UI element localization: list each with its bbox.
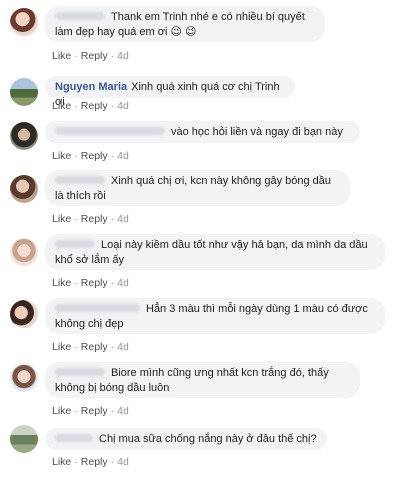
commenter-name-blurred [55,304,140,313]
commenter-name-blurred [55,176,105,185]
like-link[interactable]: Like [52,100,71,112]
comment-timestamp[interactable]: 4d [117,213,129,225]
comment-text: vào học hỏi liền và ngay đi bạn này [171,126,343,138]
separator-dot: · [110,277,115,289]
comment-timestamp[interactable]: 4d [117,456,129,468]
commenter-name-blurred [55,368,105,377]
separator-dot: · [110,50,115,62]
reply-link[interactable]: Reply [81,150,108,162]
separator-dot: · [74,277,78,289]
avatar[interactable] [10,300,38,328]
commenter-name-blurred [55,240,95,249]
separator-dot: · [110,456,115,468]
separator-dot: · [74,405,78,417]
reply-link[interactable]: Reply [81,405,108,417]
avatar[interactable] [10,425,38,453]
comment-actions: Like · Reply · 4d [52,213,129,225]
separator-dot: · [110,341,115,353]
avatar[interactable] [10,238,38,266]
like-link[interactable]: Like [52,277,71,289]
avatar[interactable] [10,364,38,392]
commenter-name[interactable]: Nguyen Maria [55,81,127,93]
comment-timestamp[interactable]: 4d [117,405,129,417]
like-link[interactable]: Like [52,405,71,417]
comment-actions: Like · Reply · 4d [52,50,129,62]
separator-dot: · [110,405,115,417]
comment-bubble: Biore mình cũng ưng nhất kcn trắng đó, t… [45,362,360,398]
commenter-name-blurred [55,12,105,21]
comment-timestamp[interactable]: 4d [117,341,129,353]
separator-dot: · [74,100,78,112]
comment-bubble: Chị mua sữa chống nắng này ở đâu thế chị… [45,428,327,450]
avatar[interactable] [10,122,38,150]
comment-text: Loại này kiềm dầu tốt như vậy hả bạn, da… [55,239,368,266]
comment-actions: Like · Reply · 4d [52,405,129,417]
avatar[interactable] [10,8,38,36]
separator-dot: · [74,341,78,353]
comment-timestamp[interactable]: 4d [117,277,129,289]
comment-bubble: vào học hỏi liền và ngay đi bạn này [45,121,360,143]
separator-dot: · [110,213,115,225]
reply-link[interactable]: Reply [81,213,108,225]
comment-text: Chị mua sữa chống nắng này ở đâu thế chị… [99,433,317,445]
separator-dot: · [74,213,78,225]
comment-actions: Like · Reply · 4d [52,341,129,353]
comment-timestamp[interactable]: 4d [117,50,129,62]
avatar[interactable] [10,175,38,203]
separator-dot: · [110,100,115,112]
separator-dot: · [74,150,78,162]
reply-link[interactable]: Reply [81,341,108,353]
comment-bubble: Loại này kiềm dầu tốt như vậy hả bạn, da… [45,234,385,270]
reply-link[interactable]: Reply [81,277,108,289]
comment-actions: Like · Reply · 4d [52,456,129,468]
comment-actions: Like · Reply · 4d [52,277,129,289]
comment-actions: Like · Reply · 4d [52,100,129,112]
commenter-name-blurred [55,434,93,443]
reply-link[interactable]: Reply [81,100,108,112]
comment-actions: Like · Reply · 4d [52,150,129,162]
like-link[interactable]: Like [52,213,71,225]
comment-bubble: Nguyen Maria Xinh quá xinh quá cơ chị Tri… [45,76,295,108]
comment-timestamp[interactable]: 4d [117,100,129,112]
comment-bubble: Hẳn 3 màu thì mỗi ngày dùng 1 màu có đượ… [45,298,385,334]
comment-bubble: Xinh quá chị ơi, kcn này không gây bóng … [45,170,350,206]
like-link[interactable]: Like [52,341,71,353]
separator-dot: · [110,150,115,162]
commenter-name-blurred [55,127,165,136]
reply-link[interactable]: Reply [81,50,108,62]
like-link[interactable]: Like [52,150,71,162]
like-link[interactable]: Like [52,456,71,468]
like-link[interactable]: Like [52,50,71,62]
comment-timestamp[interactable]: 4d [117,150,129,162]
separator-dot: · [74,50,78,62]
separator-dot: · [74,456,78,468]
comment-bubble: Thank em Trinh nhé e có nhiều bí quyết l… [45,6,325,42]
avatar[interactable] [10,78,38,106]
reply-link[interactable]: Reply [81,456,108,468]
